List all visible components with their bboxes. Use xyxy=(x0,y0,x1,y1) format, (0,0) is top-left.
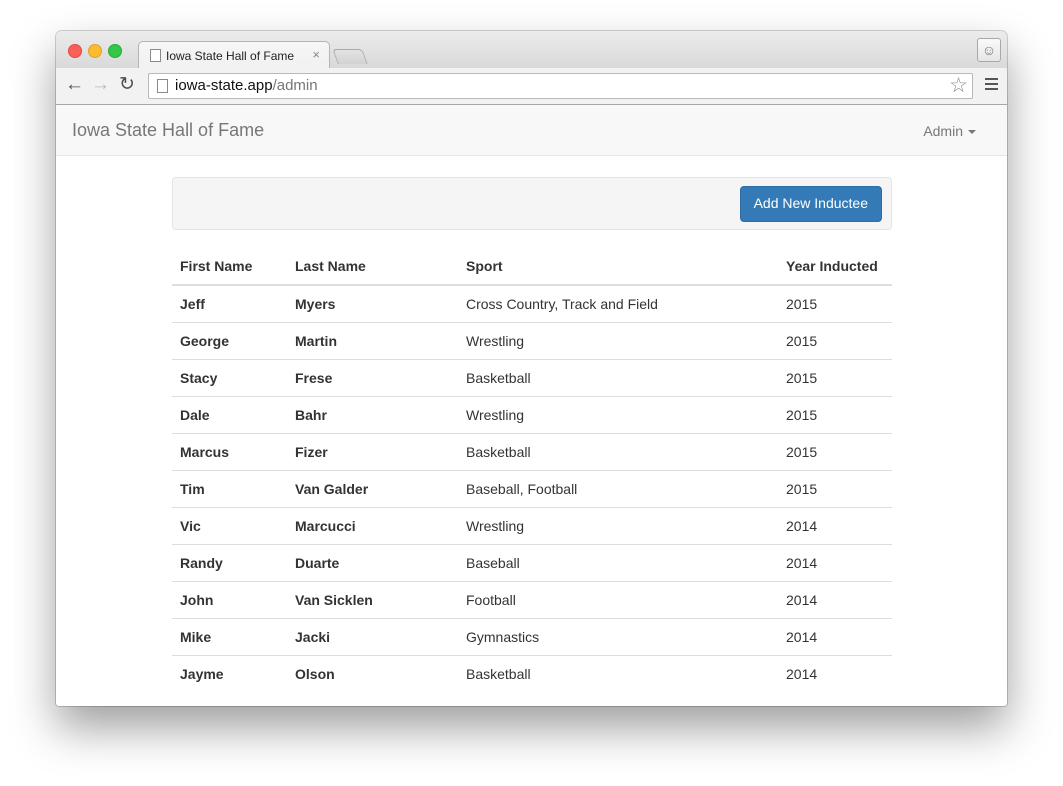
table-row: Jayme Olson Basketball 2014 xyxy=(172,655,892,692)
sport-cell: Basketball xyxy=(458,655,778,692)
navbar-brand[interactable]: Iowa State Hall of Fame xyxy=(72,120,264,141)
table-row: Mike Jacki Gymnastics 2014 xyxy=(172,618,892,656)
new-tab-button[interactable] xyxy=(332,49,368,64)
reload-icon[interactable]: ↻ xyxy=(119,74,135,96)
table-row: Marcus Fizer Basketball 2015 xyxy=(172,433,892,471)
first-name-cell: Mike xyxy=(172,618,287,656)
sport-cell: Wrestling xyxy=(458,507,778,545)
year-inducted-cell: 2015 xyxy=(778,322,892,360)
first-name-cell: Dale xyxy=(172,396,287,434)
first-name-cell: Jeff xyxy=(172,284,287,323)
admin-dropdown[interactable]: Admin xyxy=(923,123,976,139)
last-name-cell: Olson xyxy=(287,655,458,692)
column-header-sport: Sport xyxy=(458,248,778,286)
sport-cell: Wrestling xyxy=(458,396,778,434)
browser-window: Iowa State Hall of Fame × ☺ ← → ↻ iowa-s… xyxy=(56,31,1007,706)
table-row: Dale Bahr Wrestling 2015 xyxy=(172,396,892,434)
browser-tab[interactable]: Iowa State Hall of Fame × xyxy=(138,41,330,69)
address-bar[interactable]: iowa-state.app/admin ☆ xyxy=(148,73,973,99)
sport-cell: Basketball xyxy=(458,433,778,471)
table-row: John Van Sicklen Football 2014 xyxy=(172,581,892,619)
last-name-cell: Van Sicklen xyxy=(287,581,458,619)
table-header-row: First Name Last Name Sport Year Inducted xyxy=(172,248,892,286)
year-inducted-cell: 2014 xyxy=(778,544,892,582)
table-row: Randy Duarte Baseball 2014 xyxy=(172,544,892,582)
tab-close-icon[interactable]: × xyxy=(312,47,320,62)
inductees-table: First Name Last Name Sport Year Inducted… xyxy=(172,248,892,692)
url-path: /admin xyxy=(272,77,318,94)
last-name-cell: Fizer xyxy=(287,433,458,471)
first-name-cell: Randy xyxy=(172,544,287,582)
first-name-cell: Vic xyxy=(172,507,287,545)
last-name-cell: Myers xyxy=(287,284,458,323)
year-inducted-cell: 2015 xyxy=(778,284,892,323)
year-inducted-cell: 2014 xyxy=(778,581,892,619)
year-inducted-cell: 2014 xyxy=(778,507,892,545)
year-inducted-cell: 2014 xyxy=(778,618,892,656)
sport-cell: Baseball, Football xyxy=(458,470,778,508)
arrow-right-icon[interactable]: → xyxy=(91,74,110,96)
table-body: Jeff Myers Cross Country, Track and Field 2… xyxy=(172,284,892,692)
table-row: Stacy Frese Basketball 2015 xyxy=(172,359,892,397)
sport-cell: Baseball xyxy=(458,544,778,582)
last-name-cell: Jacki xyxy=(287,618,458,656)
column-header-year-inducted: Year Inducted xyxy=(778,248,892,286)
column-header-first-name: First Name xyxy=(172,248,287,286)
arrow-left-icon[interactable]: ← xyxy=(65,74,84,96)
add-inductee-button[interactable]: Add New Inductee xyxy=(739,186,882,222)
title-bar: Iowa State Hall of Fame × ☺ xyxy=(56,31,1007,69)
zoom-window-button[interactable] xyxy=(108,44,122,58)
table-row: George Martin Wrestling 2015 xyxy=(172,322,892,360)
first-name-cell: Jayme xyxy=(172,655,287,692)
browser-toolbar: ← → ↻ iowa-state.app/admin ☆ xyxy=(56,68,1007,105)
table-row: Tim Van Galder Baseball, Football 2015 xyxy=(172,470,892,508)
first-name-cell: Marcus xyxy=(172,433,287,471)
minimize-window-button[interactable] xyxy=(88,44,102,58)
last-name-cell: Bahr xyxy=(287,396,458,434)
last-name-cell: Frese xyxy=(287,359,458,397)
page-icon xyxy=(150,49,161,62)
person-icon[interactable]: ☺ xyxy=(977,38,1001,62)
url-text[interactable]: iowa-state.app/admin xyxy=(175,77,318,94)
year-inducted-cell: 2015 xyxy=(778,359,892,397)
sport-cell: Gymnastics xyxy=(458,618,778,656)
last-name-cell: Duarte xyxy=(287,544,458,582)
sport-cell: Football xyxy=(458,581,778,619)
sport-cell: Wrestling xyxy=(458,322,778,360)
admin-dropdown-label: Admin xyxy=(923,123,963,139)
first-name-cell: Tim xyxy=(172,470,287,508)
year-inducted-cell: 2015 xyxy=(778,470,892,508)
last-name-cell: Marcucci xyxy=(287,507,458,545)
last-name-cell: Van Galder xyxy=(287,470,458,508)
url-host: iowa-state.app xyxy=(175,77,273,94)
last-name-cell: Martin xyxy=(287,322,458,360)
year-inducted-cell: 2015 xyxy=(778,396,892,434)
year-inducted-cell: 2014 xyxy=(778,655,892,692)
year-inducted-cell: 2015 xyxy=(778,433,892,471)
hamburger-menu-icon[interactable] xyxy=(985,78,998,93)
column-header-last-name: Last Name xyxy=(287,248,458,286)
sport-cell: Basketball xyxy=(458,359,778,397)
first-name-cell: John xyxy=(172,581,287,619)
caret-down-icon xyxy=(968,130,976,135)
sport-cell: Cross Country, Track and Field xyxy=(458,284,778,323)
close-window-button[interactable] xyxy=(68,44,82,58)
page-icon xyxy=(157,79,168,93)
first-name-cell: Stacy xyxy=(172,359,287,397)
site-navbar: Iowa State Hall of Fame Admin xyxy=(56,105,1007,156)
table-row: Jeff Myers Cross Country, Track and Field 2… xyxy=(172,284,892,323)
tab-title: Iowa State Hall of Fame xyxy=(166,49,295,63)
actions-panel: Add New Inductee xyxy=(172,177,892,230)
table-row: Vic Marcucci Wrestling 2014 xyxy=(172,507,892,545)
star-icon[interactable]: ☆ xyxy=(949,73,968,98)
page-viewport: Iowa State Hall of Fame Admin Add New In… xyxy=(56,105,1007,706)
first-name-cell: George xyxy=(172,322,287,360)
